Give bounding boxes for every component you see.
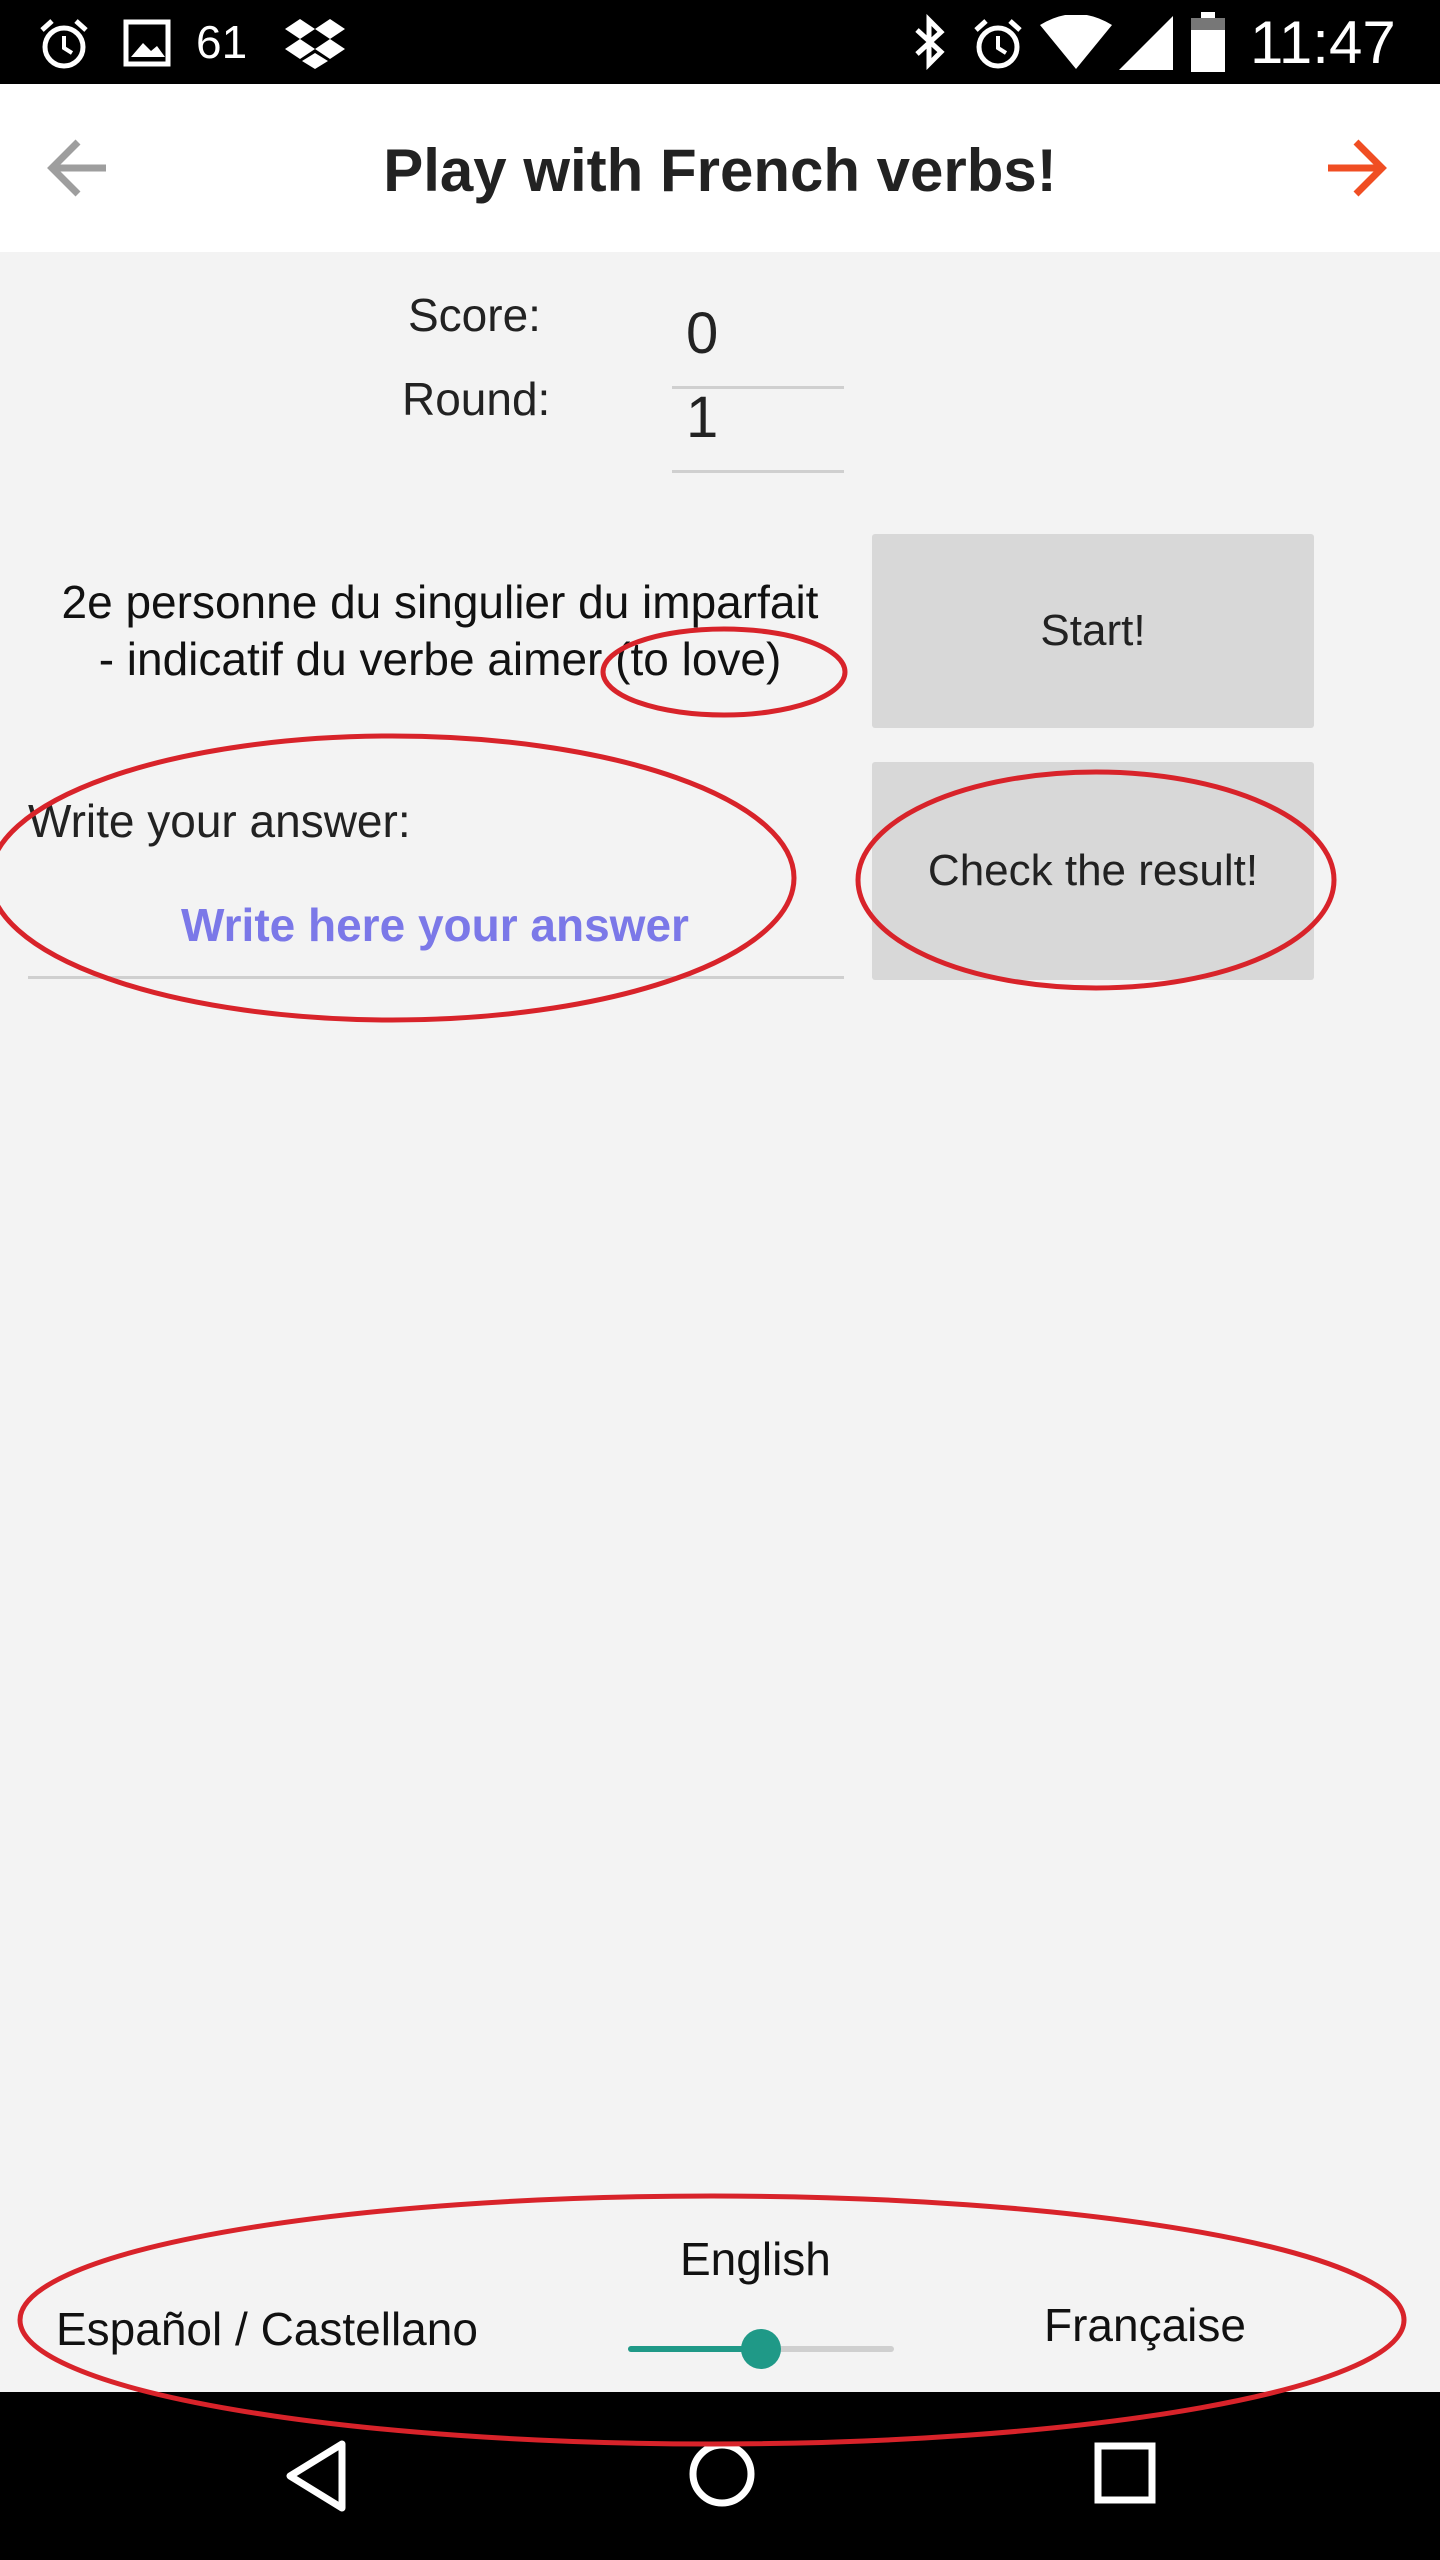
lang-english-label: English — [680, 2233, 831, 2285]
answer-input[interactable] — [30, 885, 840, 965]
bluetooth-icon — [904, 12, 954, 72]
status-bar: 61 11:47 — [0, 0, 1440, 84]
question-text: 2e personne du singulier du imparfait - … — [20, 574, 860, 688]
arrow-right-icon[interactable] — [1316, 118, 1396, 218]
navigation-bar — [0, 2392, 1440, 2560]
answer-label: Write your answer: — [28, 795, 411, 847]
page-title: Play with French verbs! — [383, 137, 1057, 204]
clock: 11:47 — [1250, 8, 1396, 76]
score-label: Score: — [408, 289, 541, 341]
notification-count: 61 — [196, 16, 248, 68]
annotation-overlay — [0, 626, 1407, 2447]
question-line-1: 2e personne du singulier du imparfait — [61, 576, 819, 628]
round-label: Round: — [402, 373, 551, 425]
battery-icon — [1190, 12, 1226, 72]
alarm-icon — [968, 14, 1028, 74]
lang-spanish-label: Español / Castellano — [56, 2303, 478, 2355]
score-value: 0 — [686, 301, 719, 366]
check-result-button[interactable]: Check the result! — [872, 762, 1314, 980]
round-divider — [672, 470, 844, 473]
answer-underline — [28, 976, 844, 979]
home-nav-icon[interactable] — [686, 2438, 758, 2510]
dropbox-icon — [284, 14, 346, 72]
image-icon — [120, 16, 174, 70]
start-button[interactable]: Start! — [872, 534, 1314, 728]
back-nav-icon[interactable] — [282, 2436, 352, 2516]
language-slider-thumb[interactable] — [741, 2329, 781, 2369]
question-line-2: - indicatif du verbe aimer (to love) — [98, 633, 782, 685]
alarm-icon — [34, 14, 94, 74]
wifi-icon — [1040, 14, 1112, 70]
recents-nav-icon[interactable] — [1094, 2442, 1156, 2504]
signal-icon — [1118, 16, 1174, 70]
round-value: 1 — [686, 385, 719, 450]
app-bar: Play with French verbs! — [0, 84, 1440, 252]
lang-french-label: Française — [1044, 2299, 1246, 2351]
